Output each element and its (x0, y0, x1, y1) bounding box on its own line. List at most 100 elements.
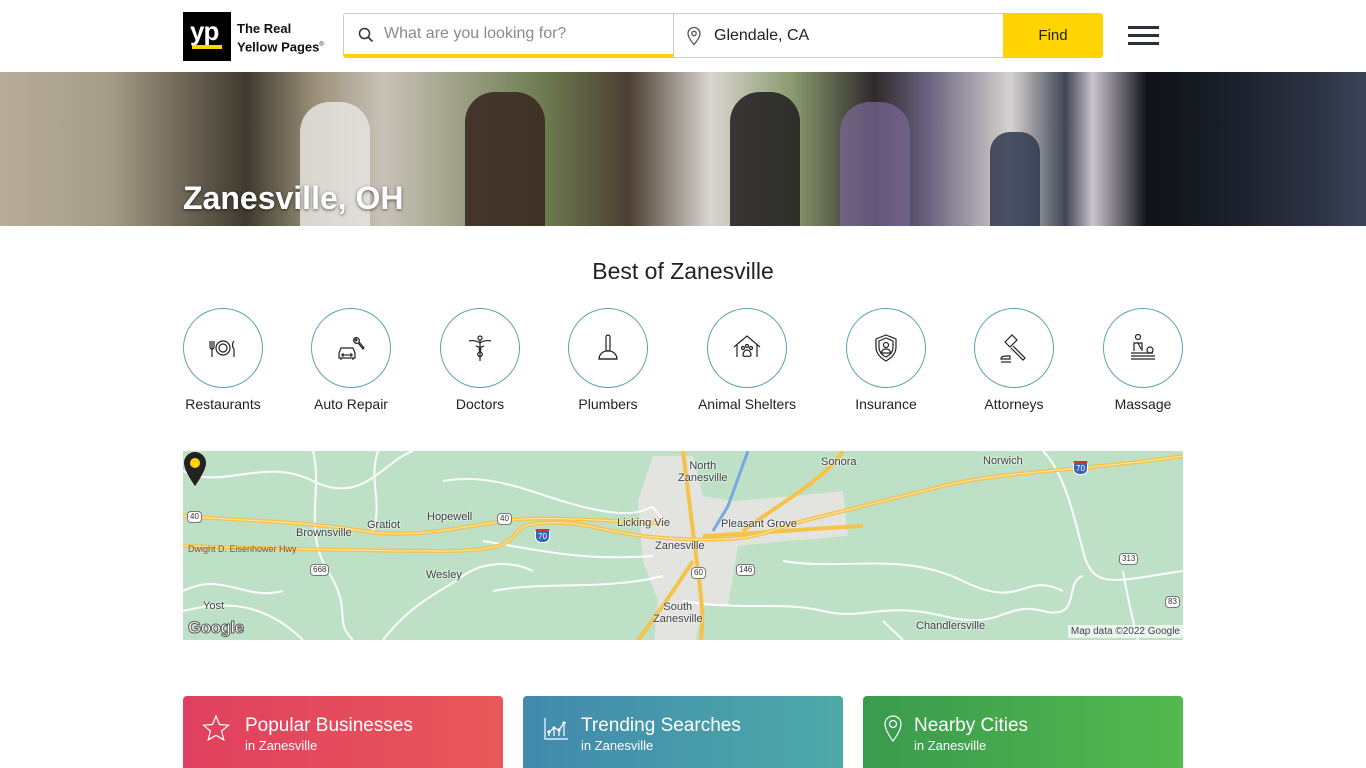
fork-plate-knife-icon (209, 340, 235, 357)
map-road-label: Dwight D. Eisenhower Hwy (188, 544, 297, 554)
plunger-icon (598, 334, 618, 360)
search-input[interactable] (384, 14, 664, 54)
category-icon-circle (846, 308, 926, 388)
map-marker-icon[interactable] (183, 451, 207, 487)
category-doctors[interactable]: Doctors (420, 308, 540, 412)
caduceus-icon (468, 335, 492, 361)
location-input[interactable] (714, 14, 994, 57)
search-icon (358, 27, 374, 43)
category-animal-shelters[interactable]: Animal Shelters (687, 308, 807, 412)
logo-mark: yp (190, 16, 219, 46)
map-place-zanesville: Zanesville (655, 540, 705, 552)
logo-line-2-text: Yellow Pages (237, 39, 320, 55)
us-route-shield: 40 (187, 511, 202, 523)
minor-road (183, 582, 284, 595)
state-route-shield: 313 (1119, 553, 1139, 565)
logo-line-1: The Real (237, 21, 292, 36)
category-label: Massage (1114, 396, 1172, 412)
logo-wordmark[interactable]: The Real Yellow Pages® (237, 21, 324, 55)
category-label: Auto Repair (314, 396, 388, 412)
category-attorneys[interactable]: Attorneys (954, 308, 1074, 412)
map-place-brownsville: Brownsville (296, 527, 352, 539)
city-hero-banner: Zanesville, OH (0, 72, 1366, 226)
card-subtitle: in Zanesville (245, 738, 318, 753)
city-title: Zanesville, OH (183, 180, 404, 216)
gavel-icon (1000, 334, 1026, 363)
hero-photo-figure (730, 92, 800, 226)
minor-road (492, 575, 664, 592)
map-place-gratiot: Gratiot (367, 519, 401, 531)
find-button[interactable]: Find (1003, 13, 1103, 58)
category-icon-circle (311, 308, 391, 388)
hamburger-menu-button[interactable] (1124, 24, 1162, 48)
map-place-licking-view: Licking Vie (617, 517, 670, 529)
state-route-shield: 668 (310, 564, 330, 576)
map-place-chandlersville: Chandlersville (916, 620, 986, 632)
card-subtitle: in Zanesville (914, 738, 987, 753)
trending-searches-card[interactable]: Trending Searches in Zanesville (523, 696, 843, 768)
map-place-sonora: Sonora (821, 456, 857, 468)
yp-logo[interactable]: yp (183, 12, 231, 61)
map-place-text: Zanesville (653, 613, 703, 625)
map-place-hopewell: Hopewell (427, 511, 473, 523)
category-icon-circle (707, 308, 787, 388)
menu-bar-icon (1128, 34, 1159, 37)
interstate-shield: 70 (1073, 461, 1088, 475)
location-pin-icon (687, 26, 701, 46)
minor-road (442, 477, 664, 522)
menu-bar-icon (1128, 26, 1159, 29)
category-icon-circle (440, 308, 520, 388)
category-label: Insurance (855, 396, 917, 412)
map-place-north-zanesville: North Zanesville (678, 460, 728, 484)
category-label: Restaurants (185, 396, 261, 412)
map-place-text: North (689, 460, 717, 472)
star-icon (202, 714, 230, 742)
category-plumbers[interactable]: Plumbers (548, 308, 668, 412)
trend-chart-icon (544, 718, 568, 740)
minor-road (312, 451, 354, 640)
paw-house-icon (733, 335, 761, 358)
category-massage[interactable]: Massage (1083, 308, 1203, 412)
search-where-box (673, 13, 1004, 58)
minor-road (183, 451, 414, 490)
site-header: yp The Real Yellow Pages® Find (0, 0, 1366, 72)
state-route-shield: 146 (736, 564, 756, 576)
hero-photo-figure (990, 132, 1040, 226)
category-auto-repair[interactable]: Auto Repair (291, 308, 411, 412)
card-title: Popular Businesses (245, 715, 413, 736)
category-insurance[interactable]: Insurance (826, 308, 946, 412)
category-restaurants[interactable]: Restaurants (163, 308, 283, 412)
shield-person-icon (875, 334, 897, 362)
map-place-pleasant-grove: Pleasant Grove (721, 518, 797, 530)
category-label: Animal Shelters (697, 396, 797, 412)
best-of-heading: Best of Zanesville (592, 258, 774, 284)
map-place-yost: Yost (203, 600, 225, 612)
card-subtitle: in Zanesville (581, 738, 654, 753)
category-icon-circle (1103, 308, 1183, 388)
us-route-shield: 40 (497, 513, 512, 525)
map-place-wesley: Wesley (426, 569, 462, 581)
minor-road (782, 560, 1064, 594)
interstate-shield: 70 (535, 529, 550, 543)
map-place-south-zanesville: South Zanesville (653, 601, 703, 625)
google-logo: Google (188, 618, 245, 638)
nearby-cities-card[interactable]: Nearby Cities in Zanesville (863, 696, 1183, 768)
massage-icon (1131, 333, 1155, 360)
search-what-box (343, 13, 674, 58)
minor-road (882, 620, 904, 640)
hero-photo-figure (465, 92, 545, 226)
category-label: Doctors (455, 396, 505, 412)
category-label: Plumbers (578, 396, 638, 412)
card-title: Nearby Cities (914, 715, 1029, 736)
state-route-shield: 60 (691, 567, 706, 579)
map-credit[interactable]: Map data ©2022 Google (1067, 625, 1183, 638)
popular-businesses-card[interactable]: Popular Businesses in Zanesville (183, 696, 503, 768)
city-map[interactable]: North Zanesville Sonora Norwich Brownsvil… (183, 451, 1183, 640)
menu-bar-icon (1128, 42, 1159, 45)
minor-road (482, 540, 654, 559)
category-icon-circle (183, 308, 263, 388)
minor-road (682, 575, 1084, 622)
car-wrench-icon (338, 337, 365, 360)
category-label: Attorneys (984, 396, 1044, 412)
map-place-text: Zanesville (678, 472, 728, 484)
